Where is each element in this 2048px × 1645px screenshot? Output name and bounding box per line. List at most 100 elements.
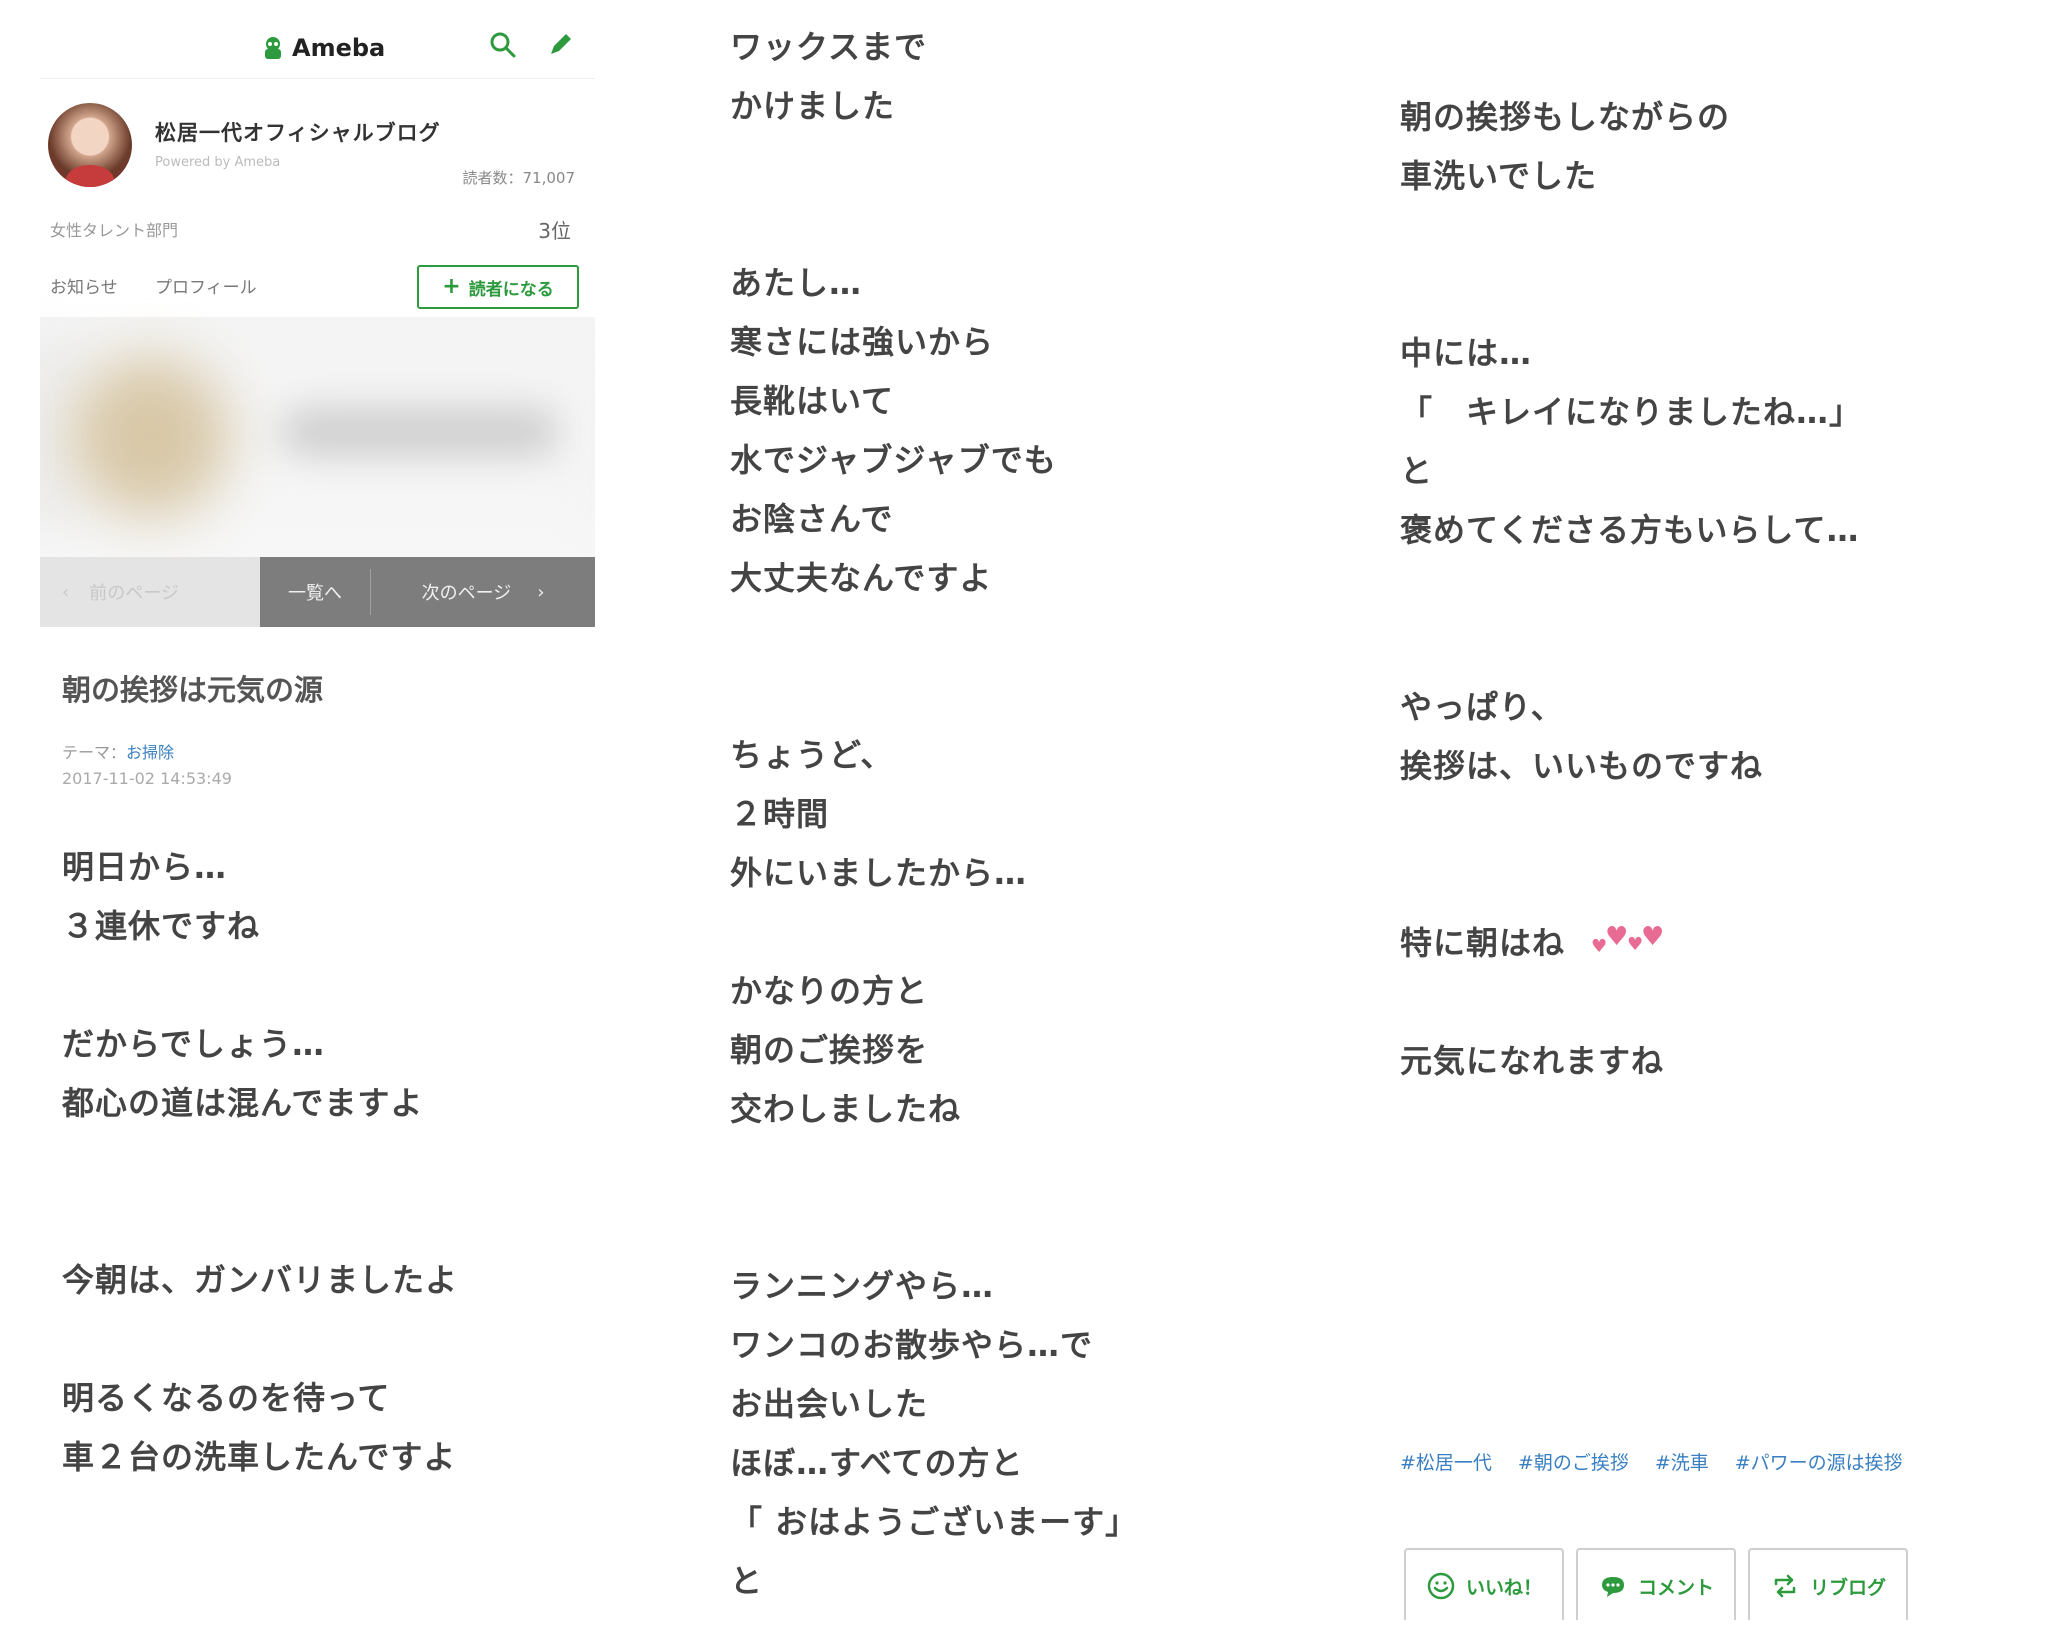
post-body-part3: 朝の挨拶もしながらの 車洗いでした 中には… 「 キレイになりましたね…」 と … <box>1400 88 2020 1091</box>
list-button[interactable]: 一覧へ <box>260 569 371 615</box>
hashtag-link[interactable]: #パワーの源は挨拶 <box>1735 1448 1903 1475</box>
blog-name[interactable]: 松居一代オフィシャルブログ <box>155 117 441 147</box>
body-line: お陰さんで <box>730 500 894 538</box>
ranking-row[interactable]: 女性タレント部門 3位 <box>40 199 595 251</box>
middle-column: ワックスまで かけました あたし… 寒さには強いから 長靴はいて 水でジャブジャ… <box>730 0 1330 1620</box>
body-line: 水でジャブジャブでも <box>730 441 1057 479</box>
body-line: 中には… <box>1400 334 1533 372</box>
body-line: ワンコのお散歩やら…で <box>730 1326 1094 1364</box>
body-line: 元気になれますね <box>1400 1042 1665 1080</box>
body-line-with-hearts: 特に朝はね ♥ ♥ ♥ ♥ <box>1400 914 2020 973</box>
body-line: だからでしょう… <box>62 1025 326 1063</box>
body-line <box>1400 855 2020 914</box>
body-line: ほぼ…すべての方と <box>730 1444 1024 1482</box>
ranking-category: 女性タレント部門 <box>50 221 179 240</box>
comment-button[interactable]: コメント <box>1576 1548 1736 1620</box>
body-line: 長靴はいて <box>730 382 895 420</box>
comment-label: コメント <box>1637 1576 1714 1599</box>
hashtag-link[interactable]: #朝のご挨拶 <box>1518 1448 1629 1475</box>
body-line <box>1400 265 2020 324</box>
body-line <box>1400 973 2020 1032</box>
action-bar: いいね！ コメント リブログ <box>1404 1548 1908 1620</box>
body-line: 今朝は、ガンバリましたよ <box>62 1261 459 1299</box>
reblog-icon <box>1774 1574 1796 1598</box>
prev-page-button[interactable]: ‹ 前のページ <box>40 557 260 627</box>
body-line: かなりの方と <box>730 972 929 1010</box>
body-line <box>730 1139 1330 1198</box>
body-line: やっぱり、 <box>1400 688 1564 726</box>
smile-icon <box>1427 1572 1455 1600</box>
hashtag-link[interactable]: #松居一代 <box>1400 1448 1492 1475</box>
body-line <box>730 667 1330 726</box>
follow-button[interactable]: + 読者になる <box>417 265 579 309</box>
body-line <box>1400 560 2020 619</box>
comment-icon <box>1601 1577 1624 1597</box>
body-line <box>730 1198 1330 1257</box>
theme-label: テーマ： <box>62 743 127 762</box>
ranking-position: 3位 <box>538 219 571 243</box>
body-line: 褒めてくださる方もいらして… <box>1400 511 1860 549</box>
body-line <box>730 136 1330 195</box>
body-line: と <box>1400 452 1434 490</box>
body-line: 明日から… <box>62 848 228 886</box>
blog-profile: 松居一代オフィシャルブログ Powered by Ameba 読者数：71,00… <box>40 79 595 199</box>
body-line: ランニングやら… <box>730 1267 995 1305</box>
post-body-part2: ワックスまで かけました あたし… 寒さには強いから 長靴はいて 水でジャブジャ… <box>730 18 1330 1611</box>
body-line: と <box>730 1562 764 1600</box>
powered-by: Powered by Ameba <box>155 155 281 170</box>
nav-news[interactable]: お知らせ <box>50 273 118 298</box>
search-icon[interactable] <box>488 30 518 60</box>
reader-count: 読者数：71,007 <box>462 169 576 187</box>
body-line: 明るくなるのを待って <box>62 1379 391 1417</box>
pen-icon[interactable] <box>545 30 575 60</box>
left-column: Ameba 松居一代オフィシャルブログ Powered by Ameba 読者数… <box>40 0 595 1620</box>
body-line: 特に朝はね <box>1400 924 1566 962</box>
body-line <box>62 1310 595 1369</box>
nav-profile[interactable]: プロフィール <box>155 273 257 298</box>
like-label: いいね！ <box>1465 1576 1542 1599</box>
body-line: ３連休ですね <box>62 907 261 945</box>
body-line: 車２台の洗車したんですよ <box>62 1438 457 1476</box>
right-column: 朝の挨拶もしながらの 車洗いでした 中には… 「 キレイになりましたね…」 と … <box>1400 0 2020 1620</box>
reblog-label: リブログ <box>1809 1576 1886 1599</box>
body-line: 大丈夫なんですよ <box>730 559 993 597</box>
post-date: 2017-11-02 14:53:49 <box>62 769 232 788</box>
logo-text: Ameba <box>292 34 386 62</box>
body-line: 車洗いでした <box>1400 157 1598 195</box>
body-line <box>62 956 595 1015</box>
chevron-right-icon: › <box>537 581 545 603</box>
ameba-logo[interactable]: Ameba <box>260 34 385 62</box>
plus-icon: + <box>442 274 461 299</box>
like-button[interactable]: いいね！ <box>1404 1548 1564 1620</box>
body-line <box>1400 619 2020 678</box>
avatar[interactable] <box>48 103 132 187</box>
body-line: お出会いした <box>730 1385 929 1423</box>
post-theme: テーマ：お掃除 <box>62 739 595 763</box>
next-page-button[interactable]: 次のページ › <box>371 557 595 627</box>
body-line <box>730 903 1330 962</box>
pager: ‹ 前のページ 一覧へ 次のページ › <box>40 557 595 627</box>
app-header: Ameba <box>40 0 595 79</box>
hearts-icon: ♥ ♥ ♥ ♥ <box>1591 921 1666 957</box>
body-line: ワックスまで <box>730 28 928 66</box>
follow-label: 読者になる <box>468 279 554 300</box>
body-line: 「 キレイになりましたね…」 <box>1400 393 1863 431</box>
next-page-label: 次のページ <box>421 583 512 604</box>
body-line: 交わしましたね <box>730 1090 962 1128</box>
body-line: あたし… <box>730 264 863 302</box>
body-line: 挨拶は、いいものですね <box>1400 747 1764 785</box>
body-line: 「 おはようございまーす」 <box>730 1503 1139 1541</box>
body-line <box>62 1192 595 1251</box>
reblog-button[interactable]: リブログ <box>1748 1548 1908 1620</box>
hashtag-link[interactable]: #洗車 <box>1655 1448 1709 1475</box>
body-line: 外にいましたから… <box>730 854 1028 892</box>
body-line: ちょうど、 <box>730 736 894 774</box>
body-line <box>730 195 1330 254</box>
theme-link[interactable]: お掃除 <box>126 743 174 762</box>
body-line <box>62 1133 595 1192</box>
post-title[interactable]: 朝の挨拶は元気の源 <box>62 667 595 709</box>
blurred-ad-banner[interactable] <box>40 317 595 557</box>
chevron-left-icon: ‹ <box>62 581 70 603</box>
body-line <box>1400 796 2020 855</box>
body-line: ２時間 <box>730 795 830 833</box>
